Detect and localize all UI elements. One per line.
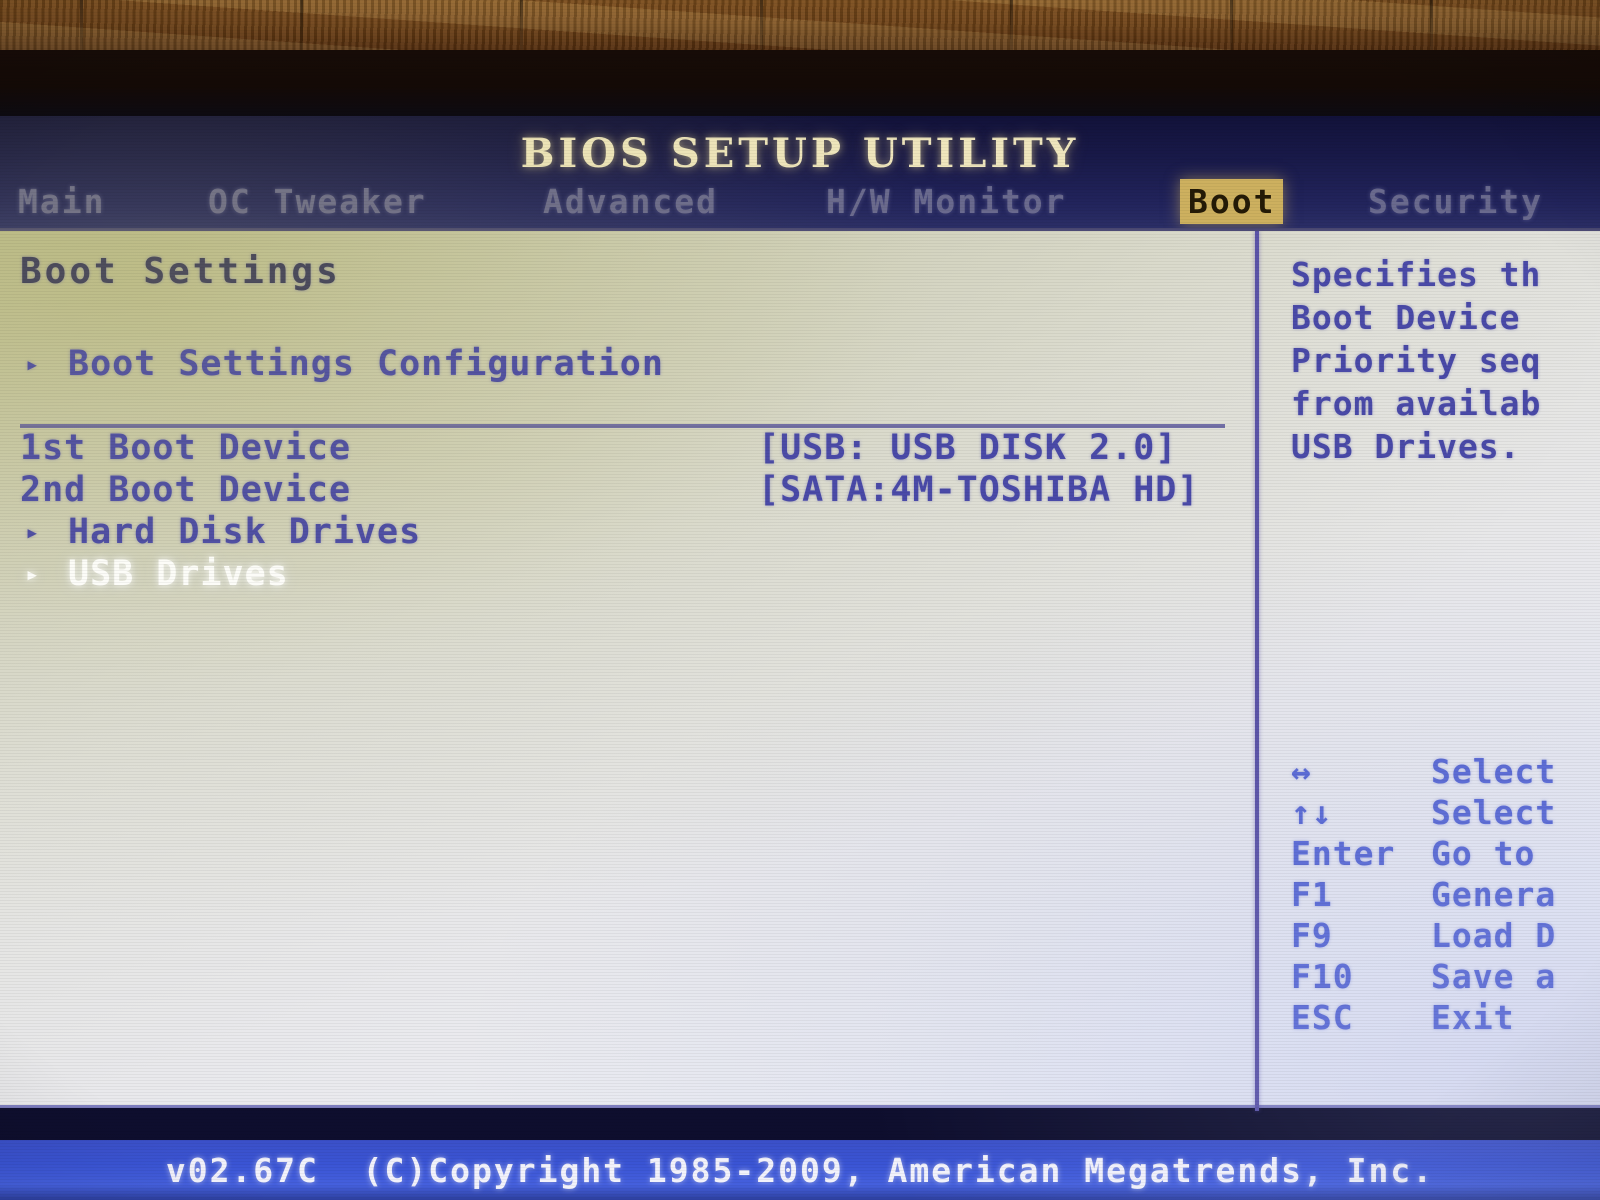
legend-key: ↑↓ [1291,793,1333,832]
legend-row: ESC Exit [1259,997,1600,1039]
submenu-arrow-icon: ▸ [25,560,41,588]
submenu-arrow-icon: ▸ [25,350,41,378]
setting-label: Boot Settings Configuration [68,344,664,384]
legend-description: Load D [1431,916,1557,955]
help-line: Boot Device [1291,298,1521,337]
legend-row: F10 Save a [1259,956,1600,998]
legend-key: ↔ [1291,752,1312,791]
settings-panel: Boot Settings ▸ Boot Settings Configurati… [0,231,1255,1111]
setting-value[interactable]: [USB: USB DISK 2.0] [758,427,1177,469]
legend-row: Enter Go to [1259,833,1600,875]
help-line: USB Drives. [1291,427,1521,466]
setting-value[interactable]: [SATA:4M-TOSHIBA HD] [758,469,1199,511]
legend-description: Save a [1431,957,1557,996]
page-title: BIOS SETUP UTILITY [520,130,1080,177]
help-line: Specifies th [1291,255,1542,294]
tab-oc-tweaker[interactable]: OC Tweaker [200,179,435,224]
legend-description: Go to [1431,834,1536,873]
legend-description: Select [1431,793,1557,832]
tab-h-w-monitor[interactable]: H/W Monitor [818,179,1075,224]
legend-key: ESC [1291,998,1354,1037]
photograph-of-monitor: BIOS SETUP UTILITY Main OC Tweaker Advance… [0,0,1600,1200]
tab-main[interactable]: Main [10,179,113,224]
copyright-text: v02.67C (C)Copyright 1985-2009, American… [165,1150,1435,1190]
legend-description: Select [1431,752,1557,791]
menu-bar[interactable]: Main OC Tweaker Advanced H/W Monitor Boot Sec… [0,178,1600,224]
help-line: Priority seq [1291,341,1542,380]
help-panel: Specifies th Boot Device Priority seq from … [1259,231,1600,1111]
bios-screen: BIOS SETUP UTILITY Main OC Tweaker Advance… [0,116,1600,1200]
section-title: Boot Settings [20,251,341,292]
legend-row: F1 Genera [1259,874,1600,916]
legend-key: F10 [1291,957,1354,996]
setting-label: USB Drives [68,554,289,594]
tab-security[interactable]: Security [1360,179,1551,224]
submenu-arrow-icon: ▸ [25,518,41,546]
content-area: Boot Settings ▸ Boot Settings Configurati… [0,228,1600,1111]
background-wall [0,0,1600,50]
setting-label: 1st Boot Device [20,428,352,468]
monitor-bezel [0,50,1600,116]
tab-boot[interactable]: Boot [1180,178,1284,224]
bios-header-band: BIOS SETUP UTILITY Main OC Tweaker Advance… [0,116,1600,228]
legend-key: F1 [1291,875,1333,914]
setting-label: 2nd Boot Device [20,470,352,510]
footer-bar: v02.67C (C)Copyright 1985-2009, American… [0,1140,1600,1200]
legend-row: ↔ Select [1259,751,1600,793]
legend-row: ↑↓ Select [1259,792,1600,834]
legend-description: Exit [1431,998,1515,1037]
tab-advanced[interactable]: Advanced [535,179,726,224]
legend-row: F9 Load D [1259,915,1600,957]
setting-label: Hard Disk Drives [68,512,422,552]
legend-key: Enter [1291,834,1396,873]
legend-key: F9 [1291,916,1333,955]
legend-description: Genera [1431,875,1557,914]
help-line: from availab [1291,384,1542,423]
